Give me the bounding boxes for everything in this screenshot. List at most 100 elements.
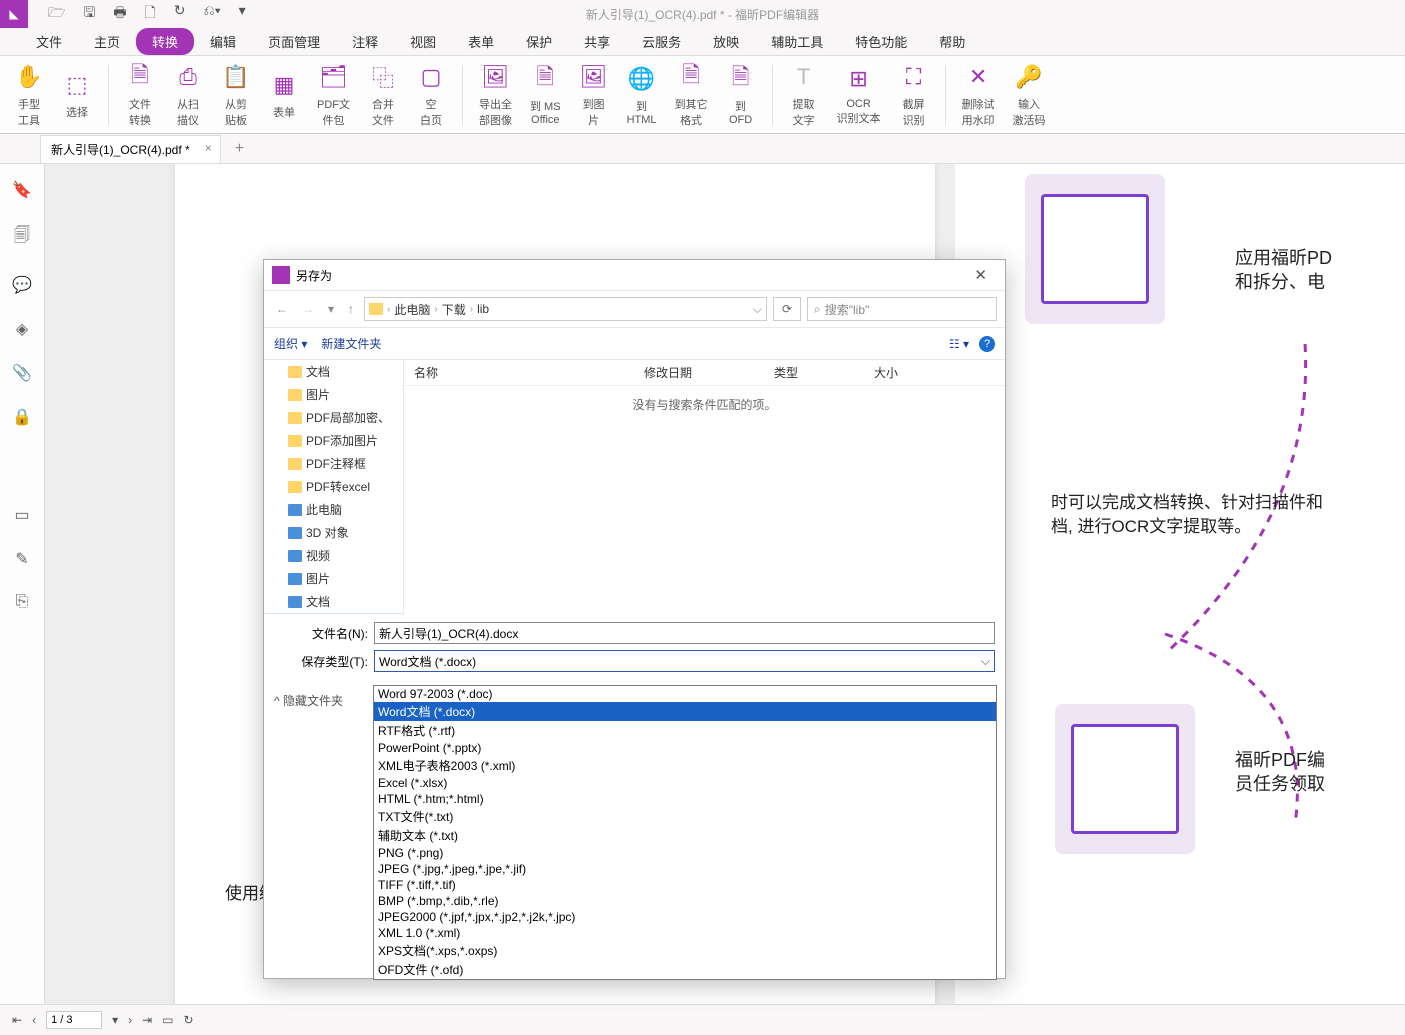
menu-edit[interactable]: 编辑 <box>194 28 252 55</box>
menu-convert[interactable]: 转换 <box>136 28 194 55</box>
file-convert-button[interactable]: 🗎文件 转换 <box>119 60 161 130</box>
menu-file[interactable]: 文件 <box>20 28 78 55</box>
panel-icon-2[interactable]: ✎ <box>15 549 28 569</box>
menu-protect[interactable]: 保护 <box>510 28 568 55</box>
document-tab[interactable]: 新人引导(1)_OCR(4).pdf *× <box>40 135 221 163</box>
format-option[interactable]: HTML (*.htm;*.html) <box>374 791 996 807</box>
activate-button[interactable]: 🔑输入 激活码 <box>1007 60 1052 130</box>
format-option[interactable]: TXT文件(*.txt) <box>374 807 996 826</box>
format-option[interactable]: Word 97-2003 (*.doc) <box>374 686 996 702</box>
nav-forward-button[interactable]: → <box>298 298 318 320</box>
col-date[interactable]: 修改日期 <box>644 364 774 381</box>
print-icon[interactable]: 🖶 <box>113 2 126 26</box>
chevron-down-icon[interactable]: ⌵ <box>753 302 762 317</box>
format-option[interactable]: BMP (*.bmp,*.dib,*.rle) <box>374 893 996 909</box>
menu-view[interactable]: 视图 <box>394 28 452 55</box>
filetype-dropdown[interactable]: Word 97-2003 (*.doc)Word文档 (*.docx)RTF格式… <box>373 685 997 980</box>
tree-item[interactable]: PDF转excel <box>264 475 403 498</box>
tree-item[interactable]: 文档 <box>264 590 403 613</box>
menu-home[interactable]: 主页 <box>78 28 136 55</box>
to-image-button[interactable]: 🖼到图 片 <box>573 60 615 130</box>
format-option[interactable]: PNG (*.png) <box>374 845 996 861</box>
from-scanner-button[interactable]: ⎙从扫 描仪 <box>167 60 209 130</box>
save-icon[interactable]: 🖫 <box>83 2 95 26</box>
close-tab-icon[interactable]: × <box>205 141 212 155</box>
format-option[interactable]: JPEG2000 (*.jpf,*.jpx,*.jp2,*.j2k,*.jpc) <box>374 909 996 925</box>
menu-play[interactable]: 放映 <box>697 28 755 55</box>
format-option[interactable]: OFD文件 (*.ofd) <box>374 960 996 979</box>
tree-item[interactable]: PDF添加图片 <box>264 429 403 452</box>
add-tab-button[interactable]: + <box>235 140 244 158</box>
tree-item[interactable]: 下载 <box>264 613 403 614</box>
format-option[interactable]: JPEG (*.jpg,*.jpeg,*.jpe,*.jif) <box>374 861 996 877</box>
undo-icon[interactable]: ⎌▾ <box>204 2 221 26</box>
format-option[interactable]: RTF格式 (*.rtf) <box>374 721 996 740</box>
organize-button[interactable]: 组织 ▾ <box>274 335 307 352</box>
panel-icon-3[interactable]: ⎘ <box>16 593 29 611</box>
search-input[interactable]: ⌕搜索"lib" <box>807 297 997 321</box>
format-option[interactable]: PowerPoint (*.pptx) <box>374 740 996 756</box>
from-clipboard-button[interactable]: 📋从剪 贴板 <box>215 60 257 130</box>
menu-special[interactable]: 特色功能 <box>839 28 923 55</box>
col-type[interactable]: 类型 <box>774 364 874 381</box>
tree-item[interactable]: PDF局部加密、 <box>264 406 403 429</box>
breadcrumb[interactable]: ›此电脑 ›下载 ›lib ⌵ <box>364 297 767 321</box>
tree-item[interactable]: 3D 对象 <box>264 521 403 544</box>
tree-item[interactable]: 此电脑 <box>264 498 403 521</box>
remove-watermark-button[interactable]: ✕删除试 用水印 <box>956 60 1001 130</box>
filetype-select[interactable]: Word文档 (*.docx)⌵ <box>374 650 995 672</box>
view-options-button[interactable]: ☷ ▾ <box>949 337 969 351</box>
dialog-close-button[interactable]: ✕ <box>964 262 997 288</box>
tree-item[interactable]: PDF注释框 <box>264 452 403 475</box>
next-page-button[interactable]: › <box>128 1013 132 1027</box>
menu-comment[interactable]: 注释 <box>336 28 394 55</box>
menu-access[interactable]: 辅助工具 <box>755 28 839 55</box>
menu-help[interactable]: 帮助 <box>923 28 981 55</box>
format-option[interactable]: XPS文档(*.xps,*.oxps) <box>374 941 996 960</box>
ocr-button[interactable]: ⊞OCR 识别文本 <box>831 62 887 128</box>
new-folder-button[interactable]: 新建文件夹 <box>321 335 381 352</box>
tree-item[interactable]: 图片 <box>264 567 403 590</box>
nav-back-button[interactable]: ← <box>272 298 292 320</box>
format-option[interactable]: Excel (*.xlsx) <box>374 775 996 791</box>
menu-cloud[interactable]: 云服务 <box>626 28 697 55</box>
help-button[interactable]: ? <box>979 336 995 352</box>
first-page-button[interactable]: ⇤ <box>12 1013 22 1027</box>
more-icon[interactable]: ▾ <box>239 2 246 26</box>
menu-form[interactable]: 表单 <box>452 28 510 55</box>
page-input[interactable] <box>46 1011 102 1029</box>
col-name[interactable]: 名称 <box>414 364 644 381</box>
format-option[interactable]: TIFF (*.tiff,*.tif) <box>374 877 996 893</box>
pdf-package-button[interactable]: 🗂PDF文 件包 <box>311 60 356 130</box>
format-option[interactable]: Word文档 (*.docx) <box>374 702 996 721</box>
layers-icon[interactable]: ◈ <box>16 319 28 339</box>
merge-button[interactable]: ⿻合并 文件 <box>362 60 404 130</box>
redo-icon[interactable]: ↻ <box>174 2 186 26</box>
refresh-button[interactable]: ⟳ <box>773 297 801 321</box>
view-mode-1-icon[interactable]: ▭ <box>162 1013 173 1027</box>
prev-page-button[interactable]: ‹ <box>32 1013 36 1027</box>
blank-page-button[interactable]: ▢空 白页 <box>410 60 452 130</box>
tree-item[interactable]: 视频 <box>264 544 403 567</box>
to-html-button[interactable]: 🌐到 HTML <box>621 62 663 128</box>
open-icon[interactable]: 🗁 <box>48 2 65 26</box>
panel-icon-1[interactable]: ▭ <box>14 505 29 525</box>
format-option[interactable]: XML 1.0 (*.xml) <box>374 925 996 941</box>
page-dropdown-icon[interactable]: ▾ <box>112 1013 118 1027</box>
security-icon[interactable]: 🔒 <box>12 407 32 427</box>
pages-icon[interactable]: 🗐 <box>14 224 30 251</box>
tree-item[interactable]: 文档 <box>264 360 403 383</box>
filename-input[interactable] <box>374 622 995 644</box>
to-ofd-button[interactable]: 🗎到 OFD <box>720 62 762 128</box>
bookmark-icon[interactable]: 🔖 <box>12 180 32 200</box>
to-other-button[interactable]: 🗎到其它 格式 <box>669 60 714 130</box>
format-option[interactable]: 辅助文本 (*.txt) <box>374 826 996 845</box>
screenshot-ocr-button[interactable]: ⛶截屏 识别 <box>893 60 935 130</box>
view-mode-2-icon[interactable]: ↻ <box>184 1013 194 1027</box>
nav-up-button[interactable]: ↑ <box>344 298 358 320</box>
menu-share[interactable]: 共享 <box>568 28 626 55</box>
export-images-button[interactable]: 🖼导出全 部图像 <box>473 60 518 130</box>
nav-recent-button[interactable]: ▾ <box>324 298 338 320</box>
new-icon[interactable]: 🗋 <box>145 2 156 26</box>
ribbon-form-button[interactable]: ▦表单 <box>263 68 305 122</box>
